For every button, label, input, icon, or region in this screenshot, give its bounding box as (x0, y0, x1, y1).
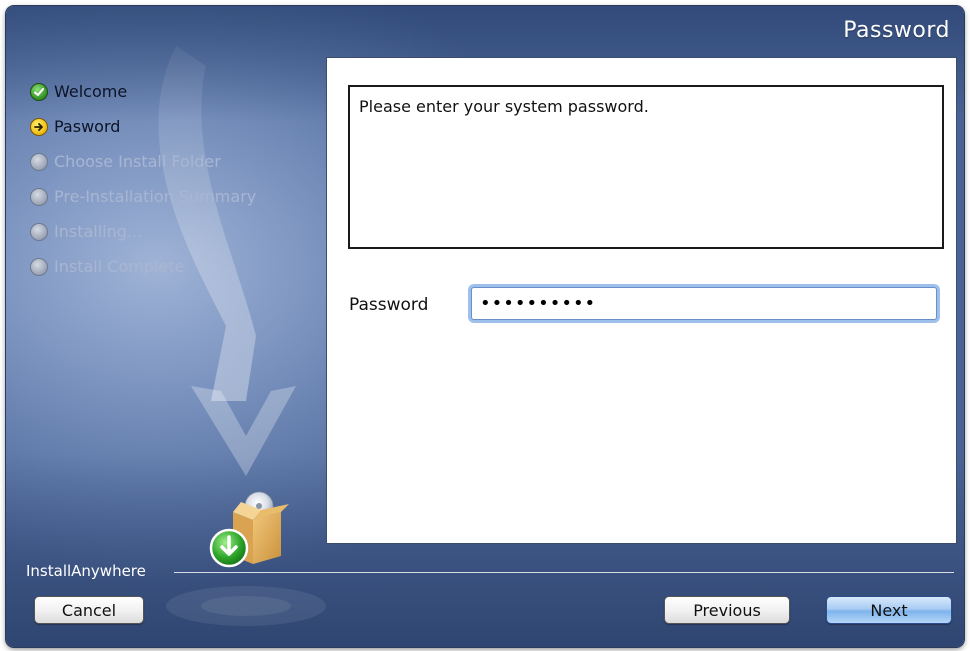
step-label: Choose Install Folder (54, 152, 221, 171)
installer-window: Password Welcome Pasword Choose Install … (6, 6, 964, 647)
step-label: Welcome (54, 82, 128, 101)
instruction-message: Please enter your system password. (348, 85, 944, 249)
step-choose-install-folder: Choose Install Folder (30, 144, 256, 179)
step-pre-installation-summary: Pre-Installation Summary (30, 179, 256, 214)
gray-circle-icon (30, 187, 48, 206)
content-panel: Please enter your system password. Passw… (326, 57, 957, 544)
arrow-right-circle-icon (30, 117, 48, 136)
cancel-button[interactable]: Cancel (34, 596, 144, 624)
password-masked-value: •••••••••• (480, 293, 597, 314)
step-password: Pasword (30, 109, 256, 144)
step-welcome: Welcome (30, 74, 256, 109)
install-steps-list: Welcome Pasword Choose Install Folder Pr… (30, 74, 256, 284)
step-label: Installing... (54, 222, 143, 241)
password-field[interactable]: •••••••••• (471, 287, 937, 320)
step-label: Pasword (54, 117, 121, 136)
step-install-complete: Install Complete (30, 249, 256, 284)
gray-circle-icon (30, 222, 48, 241)
step-label: Pre-Installation Summary (54, 187, 257, 206)
installer-box-icon (209, 491, 289, 568)
gray-circle-icon (30, 257, 48, 276)
step-label: Install Complete (54, 257, 185, 276)
window-title: Password (843, 18, 950, 43)
footer-divider (174, 572, 954, 573)
brand-label: InstallAnywhere (26, 562, 146, 580)
previous-button[interactable]: Previous (664, 596, 790, 624)
step-installing: Installing... (30, 214, 256, 249)
checkmark-circle-icon (30, 82, 48, 101)
password-label: Password (349, 295, 429, 315)
gray-circle-icon (30, 152, 48, 171)
next-button[interactable]: Next (826, 596, 952, 624)
